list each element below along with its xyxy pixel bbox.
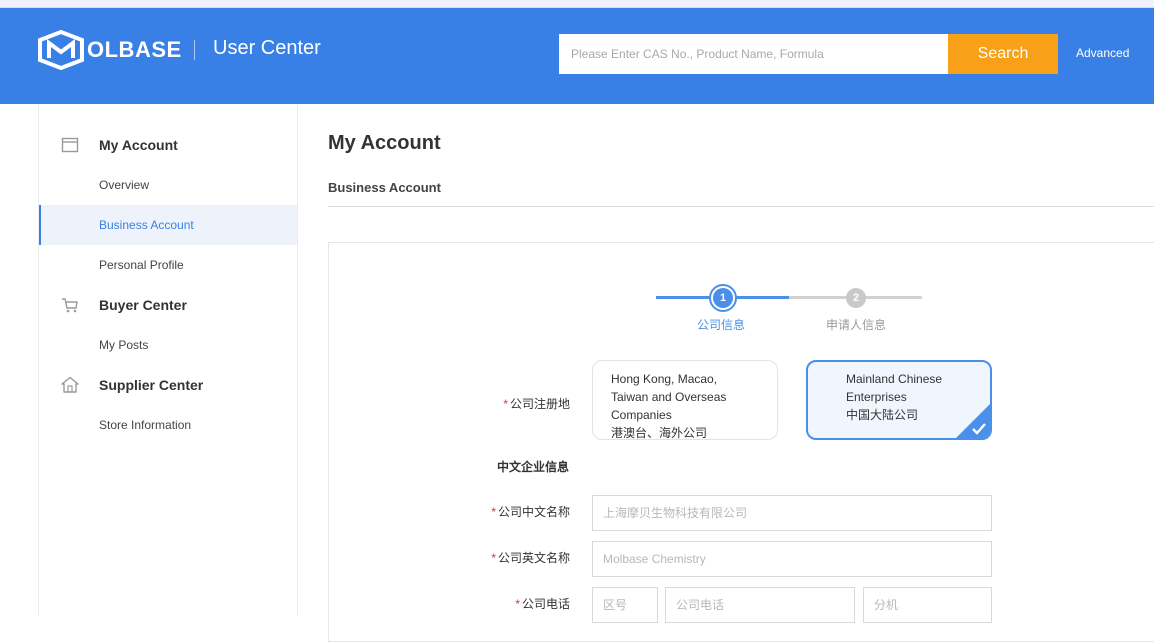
sidebar-section-supplier-center: Supplier Center	[39, 365, 297, 405]
page-subtitle: Business Account	[328, 180, 441, 195]
option-text: Taiwan and Overseas	[611, 390, 727, 404]
label-text: 公司英文名称	[497, 551, 570, 565]
option-text: Companies	[611, 408, 672, 422]
sidebar-item-my-posts[interactable]: My Posts	[39, 325, 297, 365]
label-text: 公司中文名称	[497, 505, 570, 519]
step-1-label: 公司信息	[697, 318, 746, 332]
chinese-company-info-heading: 中文企业信息	[497, 460, 570, 474]
required-marker: *	[515, 597, 520, 611]
area-code-input[interactable]	[592, 587, 658, 623]
option-text: Enterprises	[846, 390, 907, 404]
sidebar-section-my-account: My Account	[39, 125, 297, 165]
sidebar-section-title: My Account	[99, 137, 178, 153]
cart-icon	[62, 298, 78, 313]
required-marker: *	[491, 551, 496, 565]
label-text: 公司注册地	[509, 397, 570, 411]
company-en-name-label: * 公司英文名称	[470, 549, 570, 566]
company-phone-label: * 公司电话	[470, 595, 570, 612]
advanced-search-link[interactable]: Advanced	[1076, 46, 1129, 60]
option-mainland-company[interactable]: Mainland Chinese Enterprises 中国大陆公司	[806, 360, 992, 440]
search-input[interactable]	[559, 34, 948, 74]
option-text: Mainland Chinese	[846, 372, 943, 386]
company-phone-input[interactable]	[665, 587, 855, 623]
browser-top-strip	[0, 0, 1154, 8]
option-text: 港澳台、海外公司	[611, 426, 708, 440]
selected-check-icon	[956, 404, 990, 438]
page-section-title: User Center	[213, 37, 321, 59]
account-icon	[61, 137, 79, 153]
form-panel	[328, 242, 1154, 642]
option-text: 中国大陆公司	[846, 408, 919, 422]
logo-m-icon	[38, 30, 84, 70]
molbase-logo[interactable]: OLBASE	[37, 30, 182, 70]
step-1-marker: 1	[713, 288, 733, 308]
sidebar-item-business-account[interactable]: Business Account	[39, 205, 297, 245]
page-title: My Account	[328, 132, 441, 154]
sidebar-section-title: Supplier Center	[99, 377, 204, 393]
sidebar-section-title: Buyer Center	[99, 297, 187, 313]
required-marker: *	[503, 397, 508, 411]
site-header: OLBASE User Center Search Advanced	[0, 8, 1154, 104]
subtitle-divider	[328, 206, 1154, 207]
search-button[interactable]: Search	[948, 34, 1058, 74]
label-text: 公司电话	[521, 597, 570, 611]
sidebar-item-personal-profile[interactable]: Personal Profile	[39, 245, 297, 285]
step-2-marker: 2	[846, 288, 866, 308]
logo-text: OLBASE	[87, 37, 182, 62]
sidebar-item-store-information[interactable]: Store Information	[39, 405, 297, 445]
sidebar-item-overview[interactable]: Overview	[39, 165, 297, 205]
registration-location-label: * 公司注册地	[480, 395, 570, 412]
sidebar-section-buyer-center: Buyer Center	[39, 285, 297, 325]
option-overseas-company[interactable]: Hong Kong, Macao, Taiwan and Overseas Co…	[592, 360, 778, 440]
extension-input[interactable]	[863, 587, 992, 623]
header-divider	[194, 40, 195, 60]
required-marker: *	[491, 505, 496, 519]
step-2-label: 申请人信息	[826, 318, 887, 332]
store-icon	[61, 376, 79, 393]
company-cn-name-label: * 公司中文名称	[470, 503, 570, 520]
option-text: Hong Kong, Macao,	[611, 372, 718, 386]
sidebar: My Account Overview Business Account Per…	[38, 104, 298, 616]
company-cn-name-input[interactable]	[592, 495, 992, 531]
company-en-name-input[interactable]	[592, 541, 992, 577]
